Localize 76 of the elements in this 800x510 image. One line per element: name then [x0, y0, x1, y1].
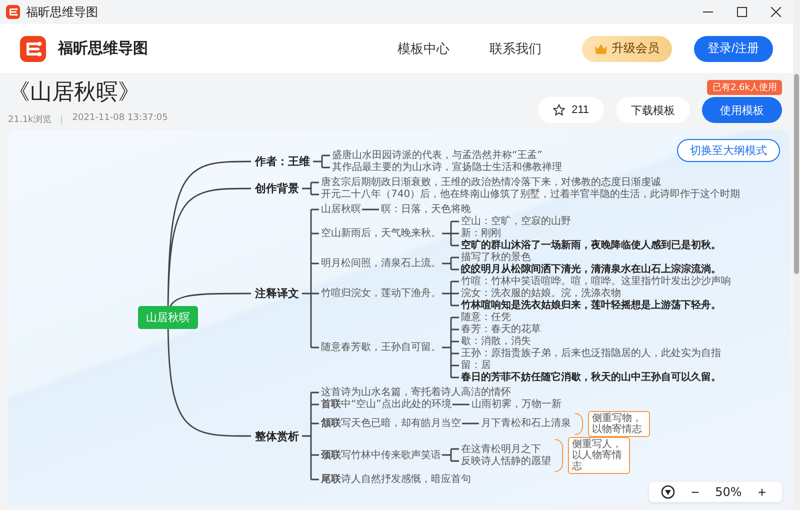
- topic-text[interactable]: 其作品最主要的为山水诗，宣扬隐士生活和佛教禅理: [332, 162, 562, 174]
- topic-text[interactable]: 留：居: [461, 360, 491, 372]
- topic-text[interactable]: 浣女：洗衣服的姑娘。浣，洗涤衣物: [461, 288, 621, 300]
- summary-tag[interactable]: 侧重写物，以物寄情志: [588, 410, 650, 436]
- summary-bracket: [555, 438, 563, 472]
- brand-name: 福昕思维导图: [58, 39, 148, 58]
- topic-text[interactable]: 山居秋暝: [321, 204, 361, 216]
- star-icon: [553, 104, 566, 116]
- outline-mode-button[interactable]: 切换至大纲模式: [677, 139, 780, 162]
- bracket-connector: [361, 208, 380, 210]
- use-template-button[interactable]: 使用模板: [702, 97, 782, 123]
- topic-text[interactable]: 歇：消散，消失: [461, 336, 531, 348]
- topic-text[interactable]: 颔联写天色已暗，却有皓月当空: [321, 418, 461, 430]
- view-count: 21.1k浏览: [8, 114, 52, 126]
- topic-text[interactable]: 山雨初霁，万物一新: [471, 398, 562, 410]
- branch-topic[interactable]: 注释译文: [253, 287, 301, 300]
- zoom-level: 50%: [715, 485, 742, 499]
- summary-bracket: [575, 412, 583, 434]
- topic-text[interactable]: 空山：空旷，空寂的山野: [461, 216, 571, 228]
- topic-text[interactable]: 盛唐山水田园诗派的代表，与孟浩然并称“王孟”: [332, 150, 542, 162]
- topic-text[interactable]: 唐玄宗后期朝政日渐衰败，王维的政治热情冷落下来，对佛教的态度日渐虔诚: [321, 176, 661, 188]
- zoom-out-button[interactable]: −: [686, 484, 704, 500]
- topic-text[interactable]: 竹喧归浣女，莲动下渔舟。: [321, 288, 441, 300]
- compass-icon[interactable]: [660, 485, 675, 499]
- topic-text[interactable]: 月下青松和石上清泉: [481, 418, 571, 430]
- upgrade-button[interactable]: 升级会员: [582, 36, 672, 62]
- scrollbar-thumb[interactable]: [794, 74, 799, 274]
- bracket-connector: [441, 256, 460, 270]
- topic-text[interactable]: 春芳：春天的花草: [461, 324, 541, 336]
- download-button[interactable]: 下载模板: [616, 97, 690, 123]
- topic-text[interactable]: 新：刚刚: [461, 228, 501, 240]
- topic-text[interactable]: 尾联诗人自然抒发感慨，暗应首句: [321, 474, 471, 486]
- app-logo-icon: [6, 5, 20, 19]
- login-button[interactable]: 登录/注册: [694, 36, 773, 62]
- bracket-connector: [461, 422, 480, 424]
- topic-text[interactable]: 竹林喧响知是洗衣姑娘归来，莲叶轻摇想是上游荡下轻舟。: [461, 300, 721, 312]
- bracket-connector: [312, 154, 331, 168]
- topic-text[interactable]: 首联中“空山”点出此处的环境: [321, 398, 452, 410]
- bracket-connector: [441, 448, 460, 462]
- topic-text[interactable]: 空旷的群山沐浴了一场新雨，夜晚降临使人感到已是初秋。: [461, 240, 721, 252]
- topic-text[interactable]: 随意春芳歇，王孙自可留。: [321, 342, 441, 354]
- topic-text[interactable]: 暝：日落，天色将晚: [381, 204, 471, 216]
- summary-tag[interactable]: 侧重写人，以人物寄情志: [568, 436, 630, 474]
- bracket-connector: [452, 404, 470, 406]
- topic-text[interactable]: 春日的芳菲不妨任随它消歇，秋天的山中王孙自可以久留。: [461, 372, 721, 384]
- topic-text[interactable]: 明月松间照，清泉石上流。: [321, 258, 441, 270]
- bracket-connector: [301, 182, 320, 196]
- bracket-connector: [441, 280, 460, 306]
- nav-link[interactable]: 模板中心: [398, 40, 450, 58]
- window-title: 福昕思维导图: [26, 4, 98, 20]
- template-title: 《山居秋暝》: [8, 79, 141, 107]
- topic-text[interactable]: 反映诗人恬静的愿望: [461, 455, 551, 467]
- topic-text[interactable]: 随意：任凭: [461, 312, 511, 324]
- usage-badge: 已有2.6k人使用: [707, 80, 782, 95]
- topic-text[interactable]: 空山新雨后，天气晚来秋。: [321, 228, 441, 240]
- topic-text[interactable]: 皎皎明月从松隙间洒下清光，清清泉水在山石上淙淙流淌。: [461, 264, 721, 276]
- branch-topic[interactable]: 作者：王维: [253, 155, 312, 168]
- topic-text[interactable]: 颈联写竹林中传来歌声笑语: [321, 449, 441, 461]
- maximize-icon: [737, 7, 747, 17]
- branch-topic[interactable]: 整体赏析: [253, 430, 301, 442]
- bracket-connector: [441, 220, 460, 246]
- topic-text[interactable]: 描写了秋的景色: [461, 252, 531, 264]
- topic-text[interactable]: 王孙：原指贵族子弟，后来也泛指隐居的人，此处实为自指: [461, 348, 721, 360]
- zoom-in-button[interactable]: +: [754, 484, 770, 500]
- branch-topic[interactable]: 创作背景: [253, 182, 301, 195]
- bracket-connector: [441, 316, 460, 378]
- publish-date: 2021-11-08 13:37:05: [72, 113, 168, 125]
- favorite-button[interactable]: 211: [538, 97, 604, 123]
- topic-text[interactable]: 在这青松明月之下: [461, 443, 541, 455]
- app-logo-icon: [20, 36, 46, 62]
- nav-link[interactable]: 联系我们: [490, 40, 542, 58]
- topic-text[interactable]: 开元二十八年（740）后，他在终南山修筑了别墅，过着半官半隐的生活，此诗即作于这个时期: [321, 188, 740, 200]
- crown-icon: [594, 42, 608, 54]
- topic-text[interactable]: 竹喧：竹林中笑语喧哗。喧，喧哗。这里指竹叶发出沙沙声响: [461, 276, 731, 288]
- close-icon: [771, 7, 781, 17]
- topic-text[interactable]: 这首诗为山水名篇，寄托着诗人高洁的情怀: [321, 386, 511, 398]
